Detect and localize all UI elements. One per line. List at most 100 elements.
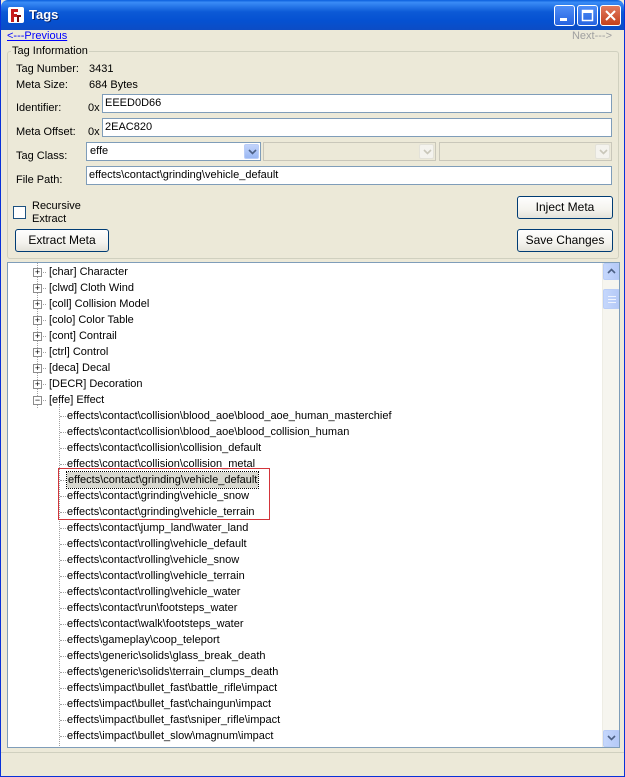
maximize-icon — [581, 9, 594, 22]
meta-offset-hex-prefix: 0x — [88, 126, 100, 138]
tag-class-label: Tag Class: — [16, 150, 68, 162]
app-icon — [8, 7, 24, 23]
expand-icon[interactable]: + — [33, 316, 42, 325]
tree-item-label: effects\impact\bullet_fast\sniper_rifle\… — [67, 714, 281, 726]
file-path-label: File Path: — [16, 174, 63, 186]
tree-category-label: [coll] Collision Model — [49, 298, 150, 310]
tag-class-select[interactable]: effe — [86, 142, 261, 161]
tree-item[interactable]: effects\contact\walk\footsteps_water — [8, 616, 598, 632]
expand-icon[interactable]: + — [33, 300, 42, 309]
file-path-field[interactable]: effects\contact\grinding\vehicle_default — [86, 166, 612, 185]
tree-item-label: effects\impact\bullet_fast\battle_rifle\… — [67, 682, 278, 694]
tree-item[interactable]: effects\contact\collision\collision_defa… — [8, 440, 598, 456]
minimize-icon — [560, 18, 567, 21]
tree-item-label: effects\contact\rolling\vehicle_terrain — [67, 570, 245, 582]
tree-item[interactable]: effects\contact\rolling\vehicle_snow — [8, 552, 598, 568]
collapse-icon[interactable]: − — [33, 396, 42, 405]
tree-item-label: effects\impact\bullet_slow\magnum\impact — [67, 730, 274, 742]
tree-item[interactable]: effects\generic\solids\glass_break_death — [8, 648, 598, 664]
tree-category[interactable]: + [deca] Decal — [8, 360, 598, 376]
tag-class-value: effe — [90, 145, 109, 157]
status-bar — [1, 752, 624, 776]
expand-icon[interactable]: + — [33, 348, 42, 357]
tree-item[interactable]: effects\contact\rolling\vehicle_terrain — [8, 568, 598, 584]
chevron-down-icon — [248, 149, 257, 155]
tree-item[interactable]: effects\generic\solids\terrain_clumps_de… — [8, 664, 598, 680]
tree-item[interactable]: effects\contact\jump_land\water_land — [8, 520, 598, 536]
chevron-up-icon — [607, 268, 616, 274]
tree-item-label: effects\contact\walk\footsteps_water — [67, 618, 244, 630]
tree-item-label: effects\contact\jump_land\water_land — [67, 522, 249, 534]
tree-item[interactable]: effects\contact\collision\blood_aoe\bloo… — [8, 408, 598, 424]
tag-subclass-select-2[interactable] — [439, 142, 612, 161]
chevron-down-icon — [599, 149, 608, 155]
identifier-label: Identifier: — [16, 102, 62, 114]
maximize-button[interactable] — [577, 5, 598, 26]
extract-meta-button[interactable]: Extract Meta — [15, 229, 109, 252]
tree-category[interactable]: + [ctrl] Control — [8, 344, 598, 360]
tree-category-label: [effe] Effect — [49, 394, 105, 406]
tag-number-label: Tag Number: — [16, 63, 79, 75]
tree-item-label: effects\generic\solids\terrain_clumps_de… — [67, 666, 279, 678]
expand-icon[interactable]: + — [33, 332, 42, 341]
scroll-thumb[interactable] — [603, 289, 619, 309]
tree-item[interactable]: effects\gameplay\coop_teleport — [8, 632, 598, 648]
tag-subclass-select-1[interactable] — [263, 142, 436, 161]
tag-class-dropdown-arrow[interactable] — [244, 144, 259, 159]
expand-icon[interactable]: + — [33, 268, 42, 277]
tree-item-label: effects\contact\collision\collision_defa… — [67, 442, 262, 454]
meta-size-value: 684 Bytes — [89, 79, 138, 91]
meta-offset-label: Meta Offset: — [16, 126, 76, 138]
tree-category[interactable]: + [cont] Contrail — [8, 328, 598, 344]
tree-category-label: [colo] Color Table — [49, 314, 134, 326]
tree-category[interactable]: + [char] Character — [8, 264, 598, 280]
tree-item[interactable]: effects\impact\bullet_fast\sniper_rifle\… — [8, 712, 598, 728]
subclass-2-dropdown-arrow[interactable] — [595, 144, 610, 159]
tree-item-label: effects\contact\collision\blood_aoe\bloo… — [67, 410, 392, 422]
highlight-box — [58, 468, 270, 520]
tree-item-label: effects\contact\run\footsteps_water — [67, 602, 238, 614]
tree-item[interactable]: effects\impact\bullet_fast\battle_rifle\… — [8, 680, 598, 696]
expand-icon[interactable]: + — [33, 284, 42, 293]
save-changes-button[interactable]: Save Changes — [517, 229, 613, 252]
tree-category[interactable]: + [coll] Collision Model — [8, 296, 598, 312]
tree-category[interactable]: + [colo] Color Table — [8, 312, 598, 328]
close-icon — [605, 10, 616, 21]
subclass-1-dropdown-arrow[interactable] — [419, 144, 434, 159]
title-bar[interactable]: Tags — [1, 0, 624, 30]
tag-tree-view[interactable]: + [char] Character + [clwd] Cloth Wind + [col… — [7, 262, 620, 748]
inject-meta-button[interactable]: Inject Meta — [517, 196, 613, 219]
meta-size-label: Meta Size: — [16, 79, 68, 91]
vertical-scrollbar[interactable] — [602, 263, 619, 747]
group-legend: Tag Information — [11, 45, 89, 57]
tree-category-label: [clwd] Cloth Wind — [49, 282, 134, 294]
tree-item-label: effects\contact\collision\blood_aoe\bloo… — [67, 426, 350, 438]
tree-item-label: effects\generic\solids\glass_break_death — [67, 650, 266, 662]
tree-category[interactable]: + [DECR] Decoration — [8, 376, 598, 392]
identifier-hex-prefix: 0x — [88, 102, 100, 114]
scroll-up-button[interactable] — [603, 263, 619, 280]
chevron-down-icon — [607, 735, 616, 741]
tree-category-label: [cont] Contrail — [49, 330, 117, 342]
tree-category-label: [deca] Decal — [49, 362, 111, 374]
expand-icon[interactable]: + — [33, 380, 42, 389]
close-button[interactable] — [600, 5, 621, 26]
tree-item-label: effects\gameplay\coop_teleport — [67, 634, 220, 646]
tree-item[interactable]: effects\contact\run\footsteps_water — [8, 600, 598, 616]
next-link[interactable]: Next---> — [572, 30, 612, 42]
tree-item[interactable]: effects\contact\rolling\vehicle_water — [8, 584, 598, 600]
tree-item-label: effects\contact\rolling\vehicle_default — [67, 538, 247, 550]
minimize-button[interactable] — [554, 5, 575, 26]
tree-category[interactable]: + [clwd] Cloth Wind — [8, 280, 598, 296]
scroll-down-button[interactable] — [603, 730, 619, 747]
recursive-extract-checkbox[interactable] — [13, 206, 26, 219]
previous-link[interactable]: <---Previous — [7, 30, 67, 42]
tree-item[interactable]: effects\contact\collision\blood_aoe\bloo… — [8, 424, 598, 440]
meta-offset-field[interactable]: 2EAC820 — [102, 118, 612, 137]
tree-category[interactable]: − [effe] Effect — [8, 392, 598, 408]
expand-icon[interactable]: + — [33, 364, 42, 373]
tree-item[interactable]: effects\impact\bullet_slow\magnum\impact — [8, 728, 598, 744]
identifier-field[interactable]: EEED0D66 — [102, 94, 612, 113]
tree-item[interactable]: effects\impact\bullet_fast\chaingun\impa… — [8, 696, 598, 712]
tree-item[interactable]: effects\contact\rolling\vehicle_default — [8, 536, 598, 552]
